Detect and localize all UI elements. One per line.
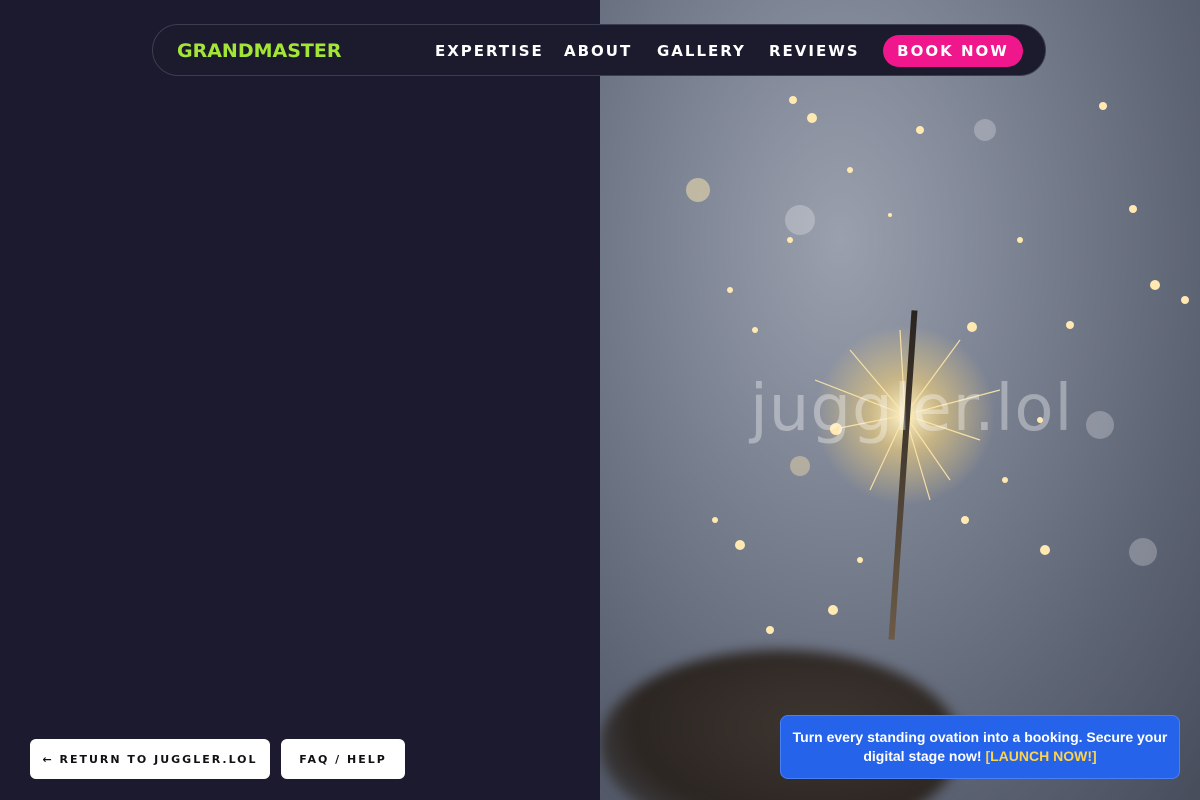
top-navbar: GRANDMASTER EXPERTISE ABOUT GALLERY REVI…	[152, 24, 1046, 76]
return-to-juggler-button[interactable]: ← RETURN TO JUGGLER.LOL	[30, 739, 270, 779]
nav-link-expertise[interactable]: EXPERTISE	[435, 42, 544, 60]
brand-logo[interactable]: GRANDMASTER	[177, 40, 341, 62]
promo-banner: Turn every standing ovation into a booki…	[780, 715, 1180, 779]
book-now-button[interactable]: BOOK NOW	[883, 35, 1023, 67]
nav-link-gallery[interactable]: GALLERY	[657, 42, 746, 60]
promo-text: Turn every standing ovation into a booki…	[792, 729, 1168, 764]
nav-link-about[interactable]: ABOUT	[564, 42, 632, 60]
left-panel	[0, 0, 600, 800]
nav-link-reviews[interactable]: REVIEWS	[769, 42, 860, 60]
launch-now-link[interactable]: [LAUNCH NOW!]	[985, 748, 1096, 764]
hero-photo: juggler.lol	[600, 0, 1200, 800]
watermark: juggler.lol	[750, 372, 1074, 446]
faq-help-button[interactable]: FAQ / HELP	[281, 739, 405, 779]
